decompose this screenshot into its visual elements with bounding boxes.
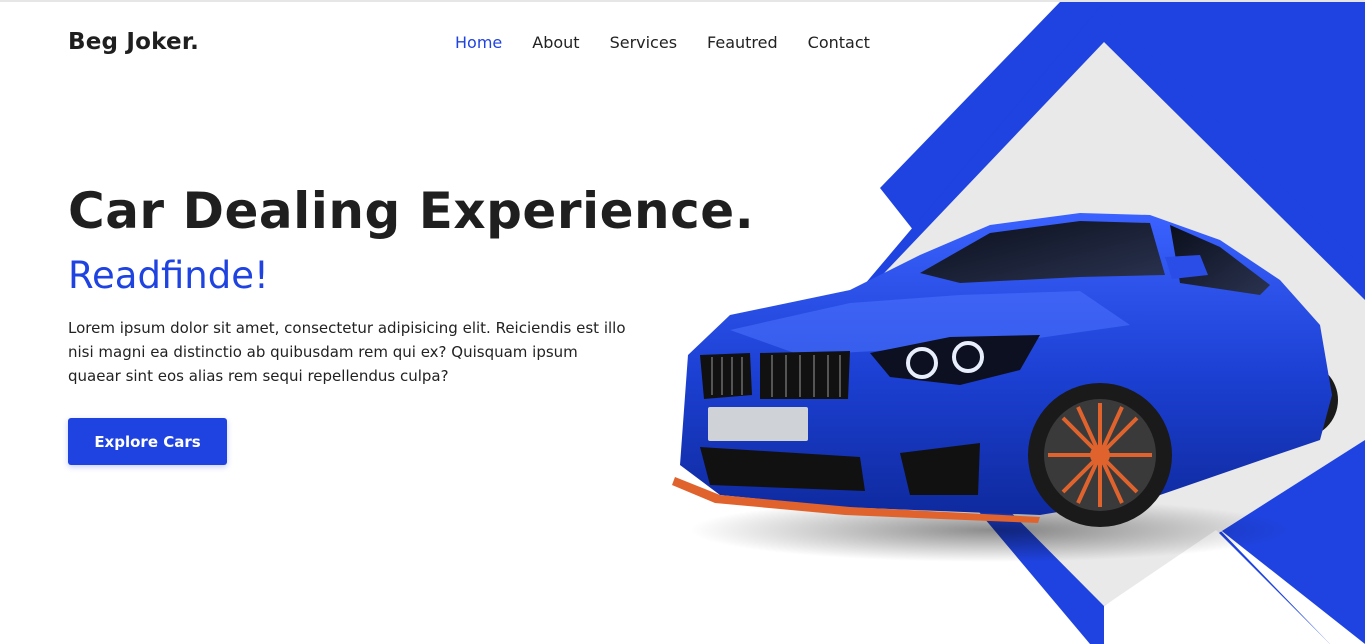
hero-subtitle: Readfinde! bbox=[68, 254, 269, 297]
hero-title: Car Dealing Experience. bbox=[68, 182, 755, 240]
nav-item-featured[interactable]: Feautred bbox=[707, 33, 778, 52]
nav-item-services[interactable]: Services bbox=[610, 33, 677, 52]
explore-cars-button[interactable]: Explore Cars bbox=[68, 418, 227, 465]
nav-item-contact[interactable]: Contact bbox=[808, 33, 870, 52]
brand-logo[interactable]: Beg Joker. bbox=[68, 29, 199, 55]
hero-description: Lorem ipsum dolor sit amet, consectetur … bbox=[68, 319, 626, 385]
hero-car-image bbox=[672, 213, 1338, 562]
nav-item-home[interactable]: Home bbox=[455, 33, 502, 52]
main-nav: Home About Services Feautred Contact bbox=[455, 33, 900, 52]
nav-item-about[interactable]: About bbox=[532, 33, 579, 52]
